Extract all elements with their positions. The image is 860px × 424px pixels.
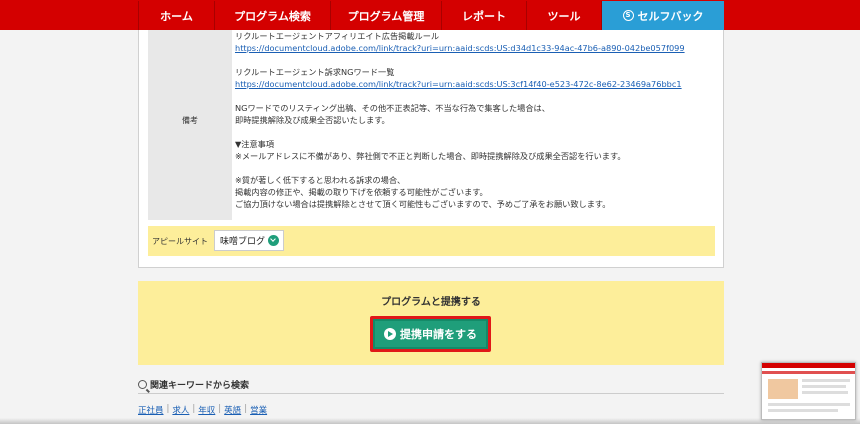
- nav-self-back-label: セルフバック: [637, 9, 704, 23]
- remarks-line: リクルートエージェントアフィリエイト広告掲載ルール: [235, 31, 440, 41]
- page-thumbnail[interactable]: [761, 362, 856, 420]
- nav-home[interactable]: ホーム: [138, 1, 215, 30]
- apply-partnership-label: 提携申請をする: [400, 328, 477, 341]
- remarks-line: ご協力頂けない場合は提携解除とさせて頂く可能性もございますので、予めご了承をお願…: [235, 199, 611, 209]
- keyword-separator: |: [192, 404, 196, 414]
- keyword-links: 正社員 | 求人 | 年収 | 英語 | 営業: [138, 404, 267, 416]
- apply-partnership-button[interactable]: 提携申請をする: [370, 316, 491, 352]
- remarks-text: リクルートエージェントアフィリエイト広告掲載ルール https://docume…: [235, 30, 715, 210]
- nav-program-manage[interactable]: プログラム管理: [331, 1, 442, 30]
- chevron-down-icon: [268, 235, 280, 246]
- nav-program-search[interactable]: プログラム検索: [215, 1, 331, 30]
- arrow-right-circle-icon: [384, 328, 396, 340]
- remarks-label: 備考: [182, 116, 198, 125]
- top-nav: ホーム プログラム検索 プログラム管理 レポート ツール S セルフバック: [0, 0, 860, 30]
- remarks-line: [235, 162, 715, 174]
- keyword-link[interactable]: 年収: [198, 404, 215, 416]
- thumbnail-block: [802, 385, 846, 388]
- thumbnail-block: [768, 409, 838, 412]
- appeal-site-row: アピールサイト 味噌ブログ: [148, 226, 715, 256]
- keyword-separator: |: [244, 404, 248, 414]
- remarks-line: [235, 126, 715, 138]
- remarks-line: リクルートエージェント訴求NGワード一覧: [235, 67, 395, 77]
- thumbnail-block: [802, 391, 848, 394]
- nav-tools[interactable]: ツール: [527, 1, 602, 30]
- remarks-line: 掲載内容の修正や、掲載の取り下げを依頼する可能性がございます。: [235, 187, 488, 197]
- remarks-line: ※メールアドレスに不備があり、弊社側で不正と判断した場合、即時提携解除及び成果全…: [235, 151, 626, 161]
- search-icon: [138, 380, 147, 389]
- thumbnail-block: [768, 379, 798, 399]
- appeal-site-select[interactable]: 味噌ブログ: [214, 230, 284, 251]
- nav-report[interactable]: レポート: [442, 1, 527, 30]
- remarks-line: ▼注意事項: [235, 139, 275, 149]
- appeal-site-selected: 味噌ブログ: [220, 237, 266, 247]
- partner-cta-box: プログラムと提携する 提携申請をする: [138, 281, 724, 365]
- thumbnail-block: [802, 379, 850, 382]
- remarks-line: 即時提携解除及び成果全否認いたします。: [235, 115, 390, 125]
- keyword-link[interactable]: 英語: [224, 404, 241, 416]
- appeal-site-label: アピールサイト: [152, 237, 208, 246]
- keyword-separator: |: [166, 404, 170, 414]
- thumbnail-block: [768, 403, 850, 406]
- bottom-edge: [0, 418, 860, 424]
- thumbnail-header: [762, 363, 855, 368]
- remarks-link-rules[interactable]: https://documentcloud.adobe.com/link/tra…: [235, 42, 715, 54]
- keyword-separator: |: [218, 404, 222, 414]
- keyword-link[interactable]: 正社員: [138, 404, 164, 416]
- nav-menu: ホーム プログラム検索 プログラム管理 レポート ツール S セルフバック: [138, 1, 724, 30]
- program-detail-box: 備考 リクルートエージェントアフィリエイト広告掲載ルール https://doc…: [138, 30, 724, 268]
- remarks-line: NGワードでのリスティング出稿、その他不正表記等、不当な行為で集客した場合は、: [235, 103, 550, 113]
- nav-self-back[interactable]: S セルフバック: [602, 1, 724, 30]
- remarks-link-ngwords[interactable]: https://documentcloud.adobe.com/link/tra…: [235, 78, 715, 90]
- self-back-icon: S: [622, 10, 634, 21]
- keyword-search-title: 関連キーワードから検索: [150, 381, 250, 391]
- remarks-line: [235, 54, 715, 66]
- remarks-line: ※質が著しく低下すると思われる訴求の場合、: [235, 175, 406, 185]
- keyword-search-heading: 関連キーワードから検索: [138, 376, 724, 394]
- keyword-link[interactable]: 求人: [172, 404, 189, 416]
- remarks-label-cell: 備考: [148, 30, 232, 220]
- cta-title: プログラムと提携する: [381, 297, 481, 308]
- remarks-line: [235, 90, 715, 102]
- keyword-link[interactable]: 営業: [250, 404, 267, 416]
- thumbnail-nav: [762, 371, 855, 374]
